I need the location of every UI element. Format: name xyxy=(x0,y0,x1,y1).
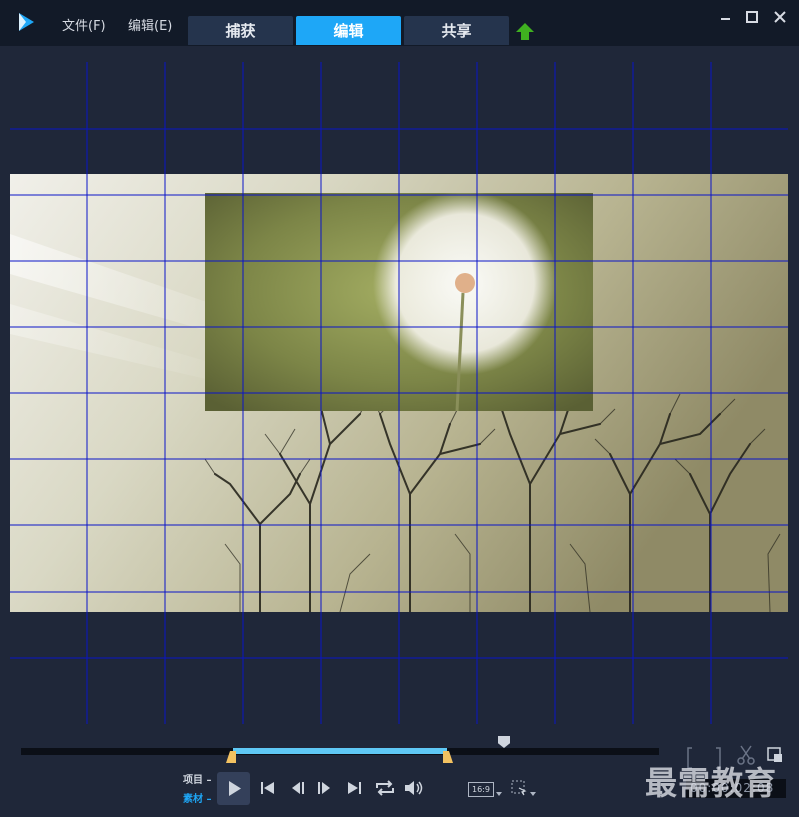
previous-frame-button[interactable] xyxy=(289,780,307,796)
volume-icon xyxy=(405,781,423,795)
crop-mode-dropdown-icon[interactable] xyxy=(530,792,536,796)
previous-frame-icon xyxy=(292,782,304,794)
menu-edit[interactable]: 编辑(E) xyxy=(128,15,172,34)
watermark-text: 最需教育 xyxy=(645,764,778,802)
app-logo-icon xyxy=(19,13,34,31)
clip-mode-label[interactable]: 素材 – xyxy=(183,790,211,805)
project-mode-label[interactable]: 项目 – xyxy=(183,771,211,786)
close-icon[interactable] xyxy=(772,9,788,25)
tab-edit[interactable]: 编辑 xyxy=(296,16,401,45)
tab-capture[interactable]: 捕获 xyxy=(188,16,293,45)
playhead[interactable] xyxy=(498,736,510,748)
minimize-icon[interactable] xyxy=(718,9,734,25)
crop-mode-button[interactable] xyxy=(511,780,527,796)
crop-mode-icon xyxy=(511,780,527,796)
next-frame-icon xyxy=(318,782,330,794)
tab-share[interactable]: 共享 xyxy=(404,16,509,45)
repeat-button[interactable] xyxy=(374,779,396,797)
overlay-image-dandelion[interactable] xyxy=(205,193,593,411)
menu-file[interactable]: 文件(F) xyxy=(62,15,106,34)
aspect-ratio-button[interactable]: 16:9 xyxy=(468,782,494,797)
title-bar: 文件(F) 编辑(E) 捕获 编辑 共享 xyxy=(0,0,799,46)
home-button[interactable] xyxy=(258,780,276,796)
next-frame-button[interactable] xyxy=(315,780,333,796)
end-button[interactable] xyxy=(346,780,364,796)
play-icon xyxy=(229,781,241,796)
maximize-icon[interactable] xyxy=(744,9,760,25)
aspect-ratio-dropdown-icon[interactable] xyxy=(496,792,502,796)
app-window: 文件(F) 编辑(E) 捕获 编辑 共享 项目 – 素材 – 16:9 00:0… xyxy=(0,0,799,817)
trim-selection xyxy=(233,748,447,754)
home-icon xyxy=(261,782,274,794)
play-button[interactable] xyxy=(217,772,250,805)
repeat-icon xyxy=(376,780,394,796)
upload-arrow-icon[interactable] xyxy=(515,22,535,42)
end-icon xyxy=(348,782,361,794)
volume-button[interactable] xyxy=(403,779,425,797)
